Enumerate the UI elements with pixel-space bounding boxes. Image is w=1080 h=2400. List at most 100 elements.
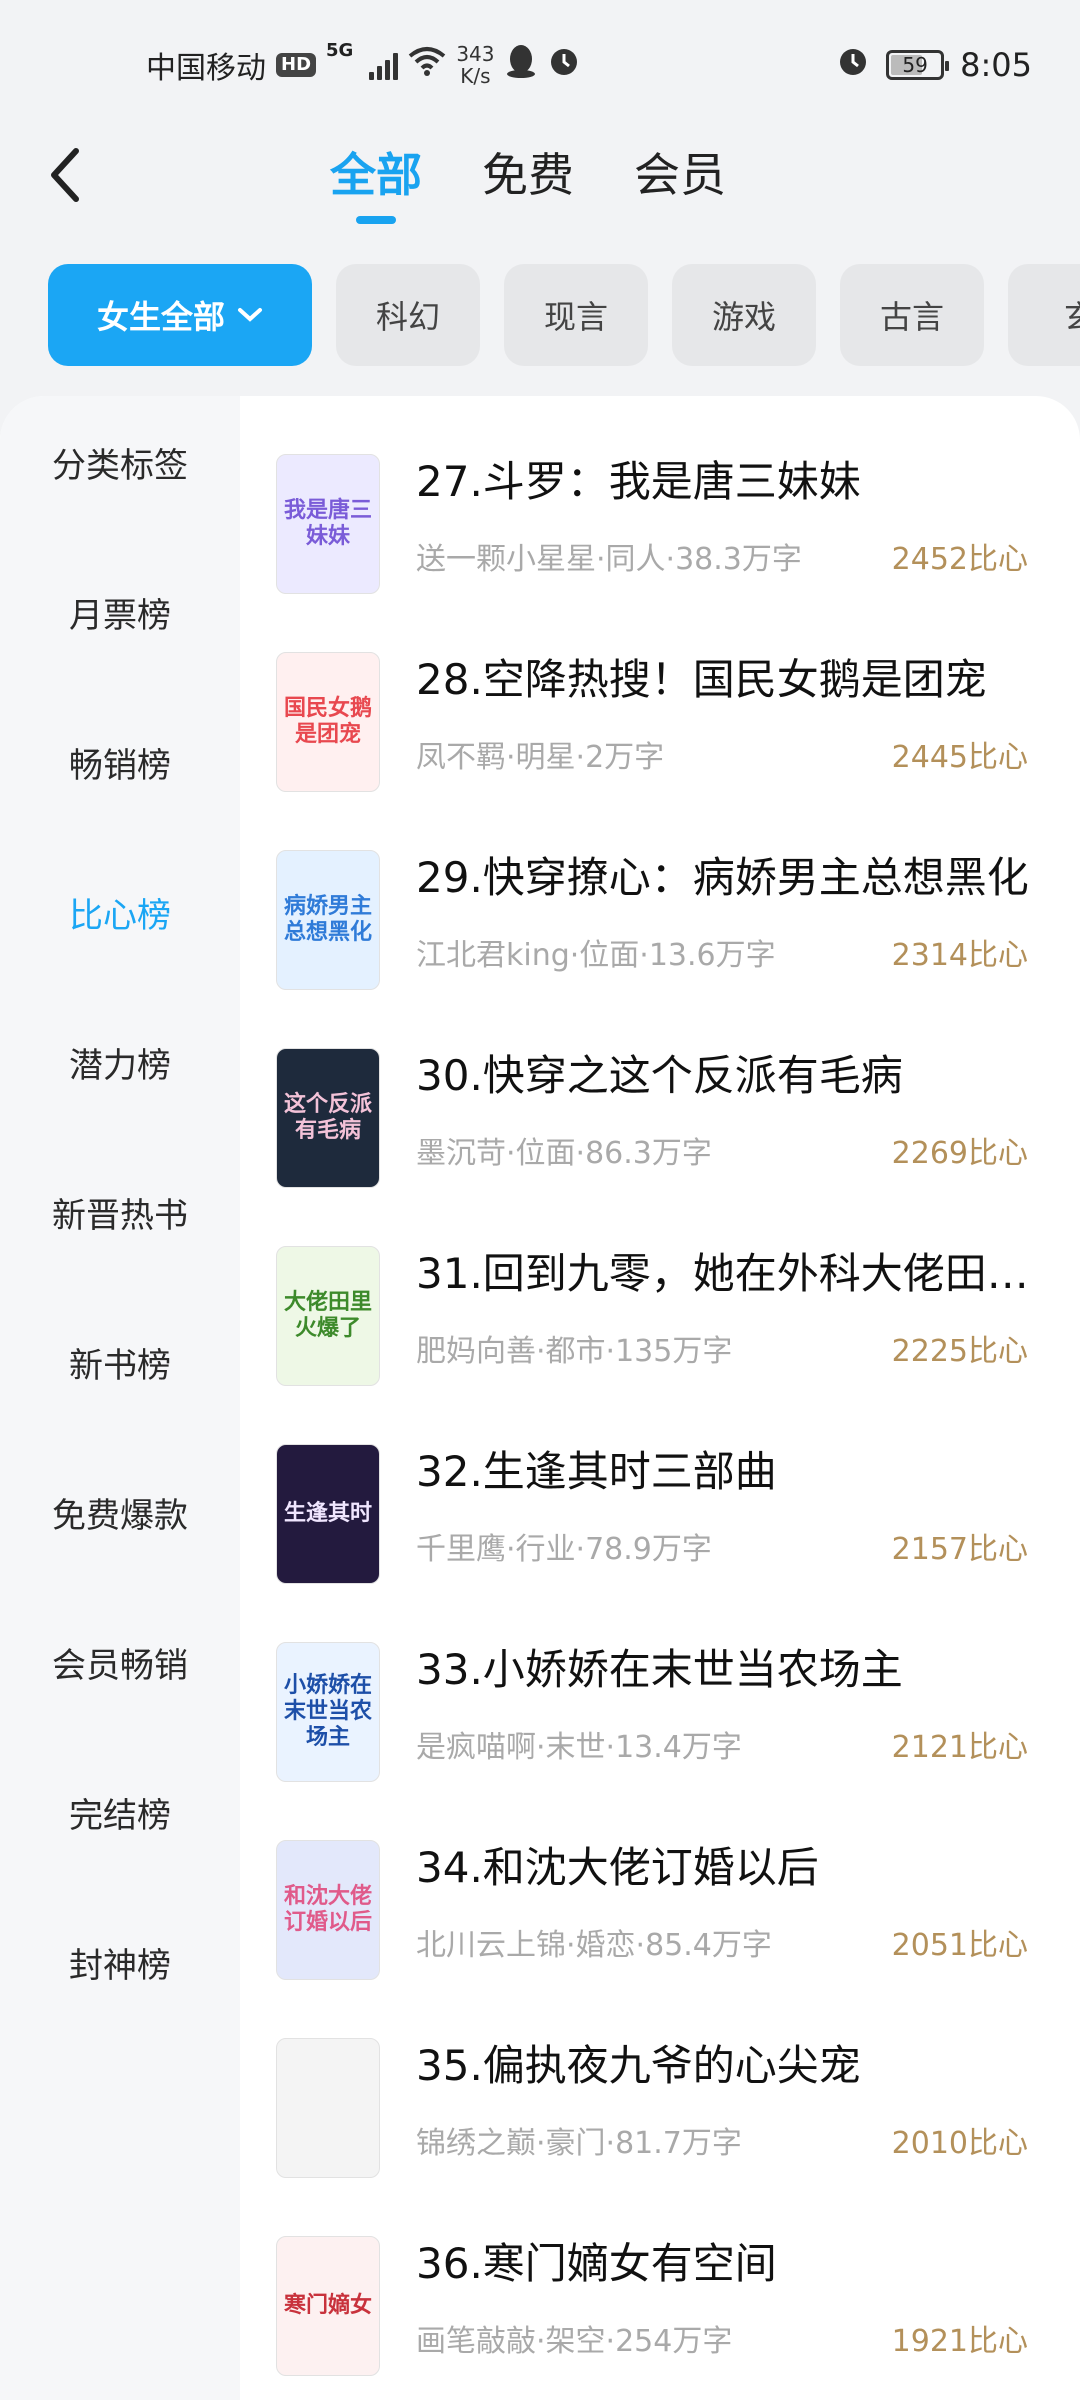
status-bar: 中国移动 HD 5G 343 K/s 59 8:05 [0,0,1080,120]
book-cover-text: 这个反派有毛病 [283,1092,372,1143]
ranking-sidebar: 分类标签 月票榜 畅销榜 比心榜 潜力榜 新晋热书 新书榜 免费爆款 会员畅销 … [0,396,240,2400]
clock-time: 8:05 [960,46,1032,84]
book-title[interactable]: 34.和沈大佬订婚以后 [416,1834,1036,1895]
chevron-down-icon [238,308,262,322]
book-cover[interactable] [276,2038,380,2178]
sidebar-item-completed[interactable]: 完结榜 [0,1762,240,1862]
book-cover[interactable]: 生逢其时 [276,1444,380,1584]
book-title[interactable]: 31.回到九零，她在外科大佬田里火爆了 [416,1240,1036,1301]
book-meta: 千里鹰·行业·78.9万字 [416,1532,712,1567]
book-meta: 画笔敲敲·架空·254万字 [416,2324,733,2359]
book-meta: 送一颗小星星·同人·38.3万字 [416,542,802,577]
book-meta: 墨沉苛·位面·86.3万字 [416,1136,712,1171]
top-tabs: 全部 免费 会员 [330,140,726,230]
book-item[interactable]: 寒门嫡女 36.寒门嫡女有空间 画笔敲敲·架空·254万字 1921比心 [240,2218,1080,2378]
book-cover-text: 国民女鹅是团宠 [283,696,372,747]
back-button[interactable] [40,140,90,210]
filter-chip-game[interactable]: 游戏 [672,264,816,366]
book-cover[interactable]: 和沈大佬订婚以后 [276,1840,380,1980]
book-meta: 江北君king·位面·13.6万字 [416,938,776,973]
book-heart-count: 1921比心 [891,2324,1028,2359]
filter-chip-ancient-romance[interactable]: 古言 [840,264,984,366]
book-title[interactable]: 29.快穿撩心：病娇男主总想黑化 [416,844,1036,905]
book-title[interactable]: 28.空降热搜！国民女鹅是团宠 [416,646,1036,707]
book-heart-count: 2010比心 [891,2126,1028,2161]
sidebar-item-category-tags[interactable]: 分类标签 [0,412,240,512]
alarm-icon [547,44,581,86]
battery-icon: 59 [886,50,950,80]
wifi-icon [408,46,446,84]
book-item[interactable]: 和沈大佬订婚以后 34.和沈大佬订婚以后 北川云上锦·婚恋·85.4万字 205… [240,1822,1080,1982]
book-cover[interactable]: 小娇娇在末世当农场主 [276,1642,380,1782]
book-cover-text: 生逢其时 [283,1501,372,1526]
book-item[interactable]: 我是唐三妹妹 27.斗罗：我是唐三妹妹 送一颗小星星·同人·38.3万字 245… [240,436,1080,596]
sidebar-item-legend[interactable]: 封神榜 [0,1912,240,2012]
book-heart-count: 2452比心 [891,542,1028,577]
book-cover[interactable]: 寒门嫡女 [276,2236,380,2376]
sidebar-item-monthly-ticket[interactable]: 月票榜 [0,562,240,662]
sidebar-item-new-hot[interactable]: 新晋热书 [0,1162,240,1262]
filter-chip-row: 女生全部 科幻 现言 游戏 古言 玄 [48,264,1080,366]
sidebar-item-member-bestseller[interactable]: 会员畅销 [0,1612,240,1712]
sidebar-item-new-books[interactable]: 新书榜 [0,1312,240,1412]
book-title[interactable]: 30.快穿之这个反派有毛病 [416,1042,1036,1103]
book-heart-count: 2121比心 [891,1730,1028,1765]
book-heart-count: 2157比心 [891,1532,1028,1567]
book-title[interactable]: 27.斗罗：我是唐三妹妹 [416,448,1036,509]
book-meta: 是疯喵啊·末世·13.4万字 [416,1730,742,1765]
sidebar-item-free-hits[interactable]: 免费爆款 [0,1462,240,1562]
book-item[interactable]: 这个反派有毛病 30.快穿之这个反派有毛病 墨沉苛·位面·86.3万字 2269… [240,1030,1080,1190]
alarm-clock-icon [836,44,870,86]
book-cover[interactable]: 我是唐三妹妹 [276,454,380,594]
battery-level: 59 [902,53,928,77]
book-item[interactable]: 大佬田里火爆了 31.回到九零，她在外科大佬田里火爆了 肥妈向善·都市·135万… [240,1228,1080,1388]
book-item[interactable]: 小娇娇在末世当农场主 33.小娇娇在末世当农场主 是疯喵啊·末世·13.4万字 … [240,1624,1080,1784]
book-cover[interactable]: 国民女鹅是团宠 [276,652,380,792]
filter-chip-scifi[interactable]: 科幻 [336,264,480,366]
filter-chip-fantasy[interactable]: 玄 [1008,264,1080,366]
hd-badge: HD [276,53,317,77]
book-heart-count: 2445比心 [891,740,1028,775]
carrier-label: 中国移动 [146,51,266,86]
book-item[interactable]: 生逢其时 32.生逢其时三部曲 千里鹰·行业·78.9万字 2157比心 [240,1426,1080,1586]
book-cover-text: 我是唐三妹妹 [283,498,372,549]
tab-member[interactable]: 会员 [634,140,726,210]
book-heart-count: 2051比心 [891,1928,1028,1963]
status-left: 中国移动 HD 5G 343 K/s [146,40,581,90]
net-speed: 343 K/s [456,43,494,87]
sidebar-item-heart[interactable]: 比心榜 [0,862,240,962]
ranking-panel: 分类标签 月票榜 畅销榜 比心榜 潜力榜 新晋热书 新书榜 免费爆款 会员畅销 … [0,396,1080,2400]
chevron-left-icon [51,148,79,202]
tab-free[interactable]: 免费 [482,140,574,210]
book-cover[interactable]: 这个反派有毛病 [276,1048,380,1188]
net-speed-unit: K/s [460,64,491,88]
book-cover[interactable]: 病娇男主总想黑化 [276,850,380,990]
filter-chip-modern-romance[interactable]: 现言 [504,264,648,366]
book-heart-count: 2314比心 [891,938,1028,973]
sidebar-item-bestseller[interactable]: 畅销榜 [0,712,240,812]
book-item[interactable]: 35.偏执夜九爷的心尖宠 锦绣之巅·豪门·81.7万字 2010比心 [240,2020,1080,2180]
book-title[interactable]: 33.小娇娇在末世当农场主 [416,1636,1036,1697]
book-cover-text: 寒门嫡女 [283,2293,372,2318]
book-cover-text: 小娇娇在末世当农场主 [283,1673,372,1750]
book-title[interactable]: 36.寒门嫡女有空间 [416,2230,1036,2291]
book-heart-count: 2225比心 [891,1334,1028,1369]
signal-icon [369,50,399,80]
book-meta: 肥妈向善·都市·135万字 [416,1334,733,1369]
book-cover[interactable]: 大佬田里火爆了 [276,1246,380,1386]
net-speed-value: 343 [456,42,495,66]
sidebar-item-potential[interactable]: 潜力榜 [0,1012,240,1112]
filter-dropdown-button[interactable]: 女生全部 [48,264,312,366]
book-cover-text: 和沈大佬订婚以后 [283,1884,372,1935]
tab-all[interactable]: 全部 [330,140,422,210]
book-title[interactable]: 35.偏执夜九爷的心尖宠 [416,2032,1036,2093]
book-item[interactable]: 病娇男主总想黑化 29.快穿撩心：病娇男主总想黑化 江北君king·位面·13.… [240,832,1080,992]
book-meta: 锦绣之巅·豪门·81.7万字 [416,2126,742,2161]
book-cover-text: 病娇男主总想黑化 [283,894,372,945]
filter-dropdown-label: 女生全部 [96,298,225,336]
book-item[interactable]: 国民女鹅是团宠 28.空降热搜！国民女鹅是团宠 凤不羁·明星·2万字 2445比… [240,634,1080,794]
book-cover-text [324,2104,332,2112]
book-meta: 北川云上锦·婚恋·85.4万字 [416,1928,772,1963]
qq-icon [505,43,537,87]
book-title[interactable]: 32.生逢其时三部曲 [416,1438,1036,1499]
